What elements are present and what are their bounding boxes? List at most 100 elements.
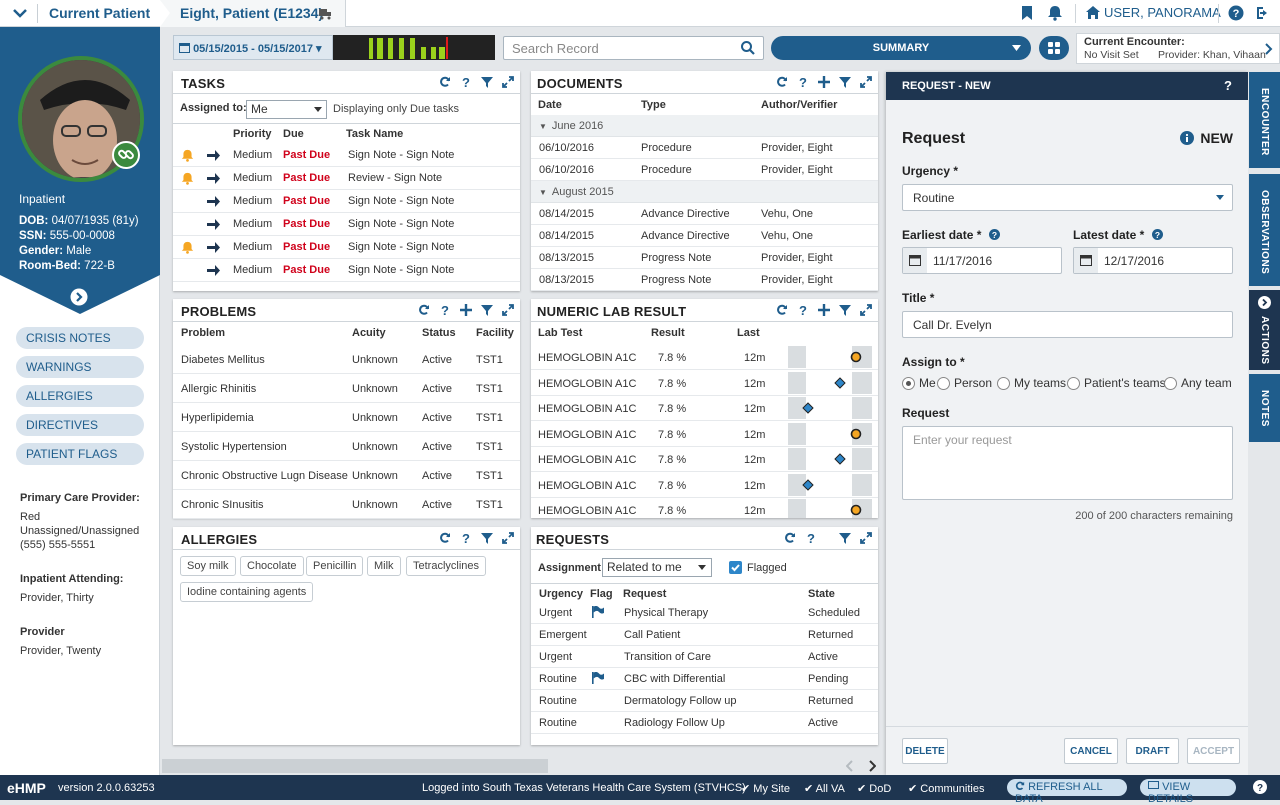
expand-icon[interactable] xyxy=(502,532,514,544)
user-menu[interactable]: USER, PANORAMA xyxy=(1086,5,1221,20)
delete-button[interactable]: DELETE xyxy=(902,738,948,764)
workspace-scrollbar[interactable] xyxy=(160,757,886,775)
tab-notes[interactable]: NOTES xyxy=(1249,374,1280,442)
assignment-select[interactable]: Related to me xyxy=(602,558,712,577)
allergy-chip[interactable]: Tetraclyclines xyxy=(406,556,487,576)
nav-allergies[interactable]: ALLERGIES xyxy=(16,385,144,407)
expand-icon[interactable] xyxy=(860,304,872,316)
help-icon[interactable]: ? xyxy=(797,303,809,318)
document-group[interactable]: ▼ June 2016 xyxy=(531,115,878,137)
scroll-left-icon[interactable] xyxy=(846,760,854,772)
nav-crisis-notes[interactable]: CRISIS NOTES xyxy=(16,327,144,349)
table-row[interactable]: HEMOGLOBIN A1C 7.8 % 12m xyxy=(531,396,878,421)
filter-icon[interactable] xyxy=(481,304,493,316)
allergy-chip[interactable]: Milk xyxy=(367,556,401,576)
expand-icon[interactable] xyxy=(860,532,872,544)
expand-patient-icon[interactable] xyxy=(70,288,88,306)
summary-workspace-select[interactable]: SUMMARY xyxy=(771,36,1031,60)
refresh-icon[interactable] xyxy=(418,304,430,316)
help-icon[interactable]: ? xyxy=(797,75,809,90)
add-icon[interactable] xyxy=(460,304,472,316)
assigned-to-select[interactable]: Me xyxy=(246,100,327,119)
document-group[interactable]: ▼ August 2015 xyxy=(531,181,878,203)
arrow-right-icon[interactable] xyxy=(207,265,220,276)
current-patient-button[interactable]: Current Patient xyxy=(0,0,160,27)
tab-actions[interactable]: ACTIONS xyxy=(1249,290,1280,370)
assign-radio-patients-teams[interactable]: Patient's teams xyxy=(1067,376,1166,390)
arrow-right-icon[interactable] xyxy=(207,173,220,184)
table-row[interactable]: 08/13/2015 Progress Note Provider, Eight xyxy=(531,247,878,269)
filter-icon[interactable] xyxy=(839,76,851,88)
table-row[interactable]: HEMOGLOBIN A1C 7.8 % 12m xyxy=(531,498,878,518)
table-row[interactable]: Routine Radiology Follow Up Active xyxy=(531,712,878,734)
refresh-all-data-button[interactable]: REFRESH ALL DATA xyxy=(1007,779,1127,805)
table-row[interactable]: Allergic Rhinitis Unknown Active TST1 xyxy=(173,374,520,403)
table-row[interactable]: Medium Past Due Review - Sign Note xyxy=(173,167,520,190)
patient-tab[interactable]: Eight, Patient (E1234) xyxy=(160,0,346,27)
assign-radio-me[interactable]: Me xyxy=(902,376,936,390)
search-input[interactable]: Search Record xyxy=(503,36,764,60)
expand-icon[interactable] xyxy=(502,304,514,316)
table-row[interactable]: Routine CBC with Differential Pending xyxy=(531,668,878,690)
table-row[interactable]: HEMOGLOBIN A1C 7.8 % 12m xyxy=(531,447,878,472)
nav-patient-flags[interactable]: PATIENT FLAGS xyxy=(16,443,144,465)
table-row[interactable]: HEMOGLOBIN A1C 7.8 % 12m xyxy=(531,473,878,498)
earliest-date-input[interactable]: 11/17/2016 xyxy=(902,247,1062,274)
refresh-icon[interactable] xyxy=(776,304,788,316)
help-icon[interactable]: ? xyxy=(460,75,472,90)
tab-encounter[interactable]: ENCOUNTER xyxy=(1249,72,1280,168)
table-row[interactable]: HEMOGLOBIN A1C 7.8 % 12m xyxy=(531,371,878,396)
help-icon[interactable]: ? xyxy=(439,303,451,318)
table-row[interactable]: Urgent Transition of Care Active xyxy=(531,646,878,668)
table-row[interactable]: Medium Past Due Sign Note - Sign Note xyxy=(173,190,520,213)
urgency-select[interactable]: Routine xyxy=(902,184,1233,211)
help-icon[interactable]: ? xyxy=(1151,229,1163,240)
arrow-right-icon[interactable] xyxy=(207,242,220,253)
refresh-icon[interactable] xyxy=(776,76,788,88)
table-row[interactable]: HEMOGLOBIN A1C 7.8 % 12m xyxy=(531,422,878,447)
table-row[interactable]: HEMOGLOBIN A1C 7.8 % 12m xyxy=(531,345,878,370)
date-range-button[interactable]: 05/15/2015 - 05/15/2017 ▾ xyxy=(173,35,333,60)
title-input[interactable]: Call Dr. Evelyn xyxy=(902,311,1233,338)
scroll-right-icon[interactable] xyxy=(868,760,876,772)
filter-icon[interactable] xyxy=(839,532,851,544)
nav-directives[interactable]: DIRECTIVES xyxy=(16,414,144,436)
allergy-chip[interactable]: Iodine containing agents xyxy=(180,582,314,602)
flagged-checkbox[interactable] xyxy=(729,561,742,574)
request-textarea[interactable]: Enter your request xyxy=(902,426,1233,500)
table-row[interactable]: Systolic Hypertension Unknown Active TST1 xyxy=(173,432,520,461)
cancel-button[interactable]: CANCEL xyxy=(1064,738,1118,764)
filter-icon[interactable] xyxy=(839,304,851,316)
draft-button[interactable]: DRAFT xyxy=(1126,738,1179,764)
add-icon[interactable] xyxy=(818,304,830,316)
table-row[interactable]: Emergent Call Patient Returned xyxy=(531,624,878,646)
arrow-right-icon[interactable] xyxy=(207,196,220,207)
scrollbar-thumb[interactable] xyxy=(162,759,548,773)
table-row[interactable]: 08/14/2015 Advance Directive Vehu, One xyxy=(531,225,878,247)
refresh-icon[interactable] xyxy=(439,76,451,88)
expand-icon[interactable] xyxy=(502,76,514,88)
arrow-right-icon[interactable] xyxy=(207,150,220,161)
table-row[interactable]: Hyperlipidemia Unknown Active TST1 xyxy=(173,403,520,432)
refresh-icon[interactable] xyxy=(439,532,451,544)
nav-warnings[interactable]: WARNINGS xyxy=(16,356,144,378)
table-row[interactable]: Diabetes Mellitus Unknown Active TST1 xyxy=(173,345,520,374)
search-icon[interactable] xyxy=(741,41,755,55)
table-row[interactable]: 08/14/2015 Advance Directive Vehu, One xyxy=(531,203,878,225)
table-row[interactable]: Chronic SInusitis Unknown Active TST1 xyxy=(173,490,520,519)
assign-radio-any-team[interactable]: Any team xyxy=(1164,376,1232,390)
table-row[interactable]: Routine Dermatology Follow up Returned xyxy=(531,690,878,712)
timeline-chart[interactable] xyxy=(333,35,495,60)
help-icon[interactable]: ? xyxy=(460,531,472,546)
help-icon[interactable]: ? xyxy=(988,229,1000,240)
help-icon[interactable]: ? xyxy=(805,531,817,546)
refresh-icon[interactable] xyxy=(784,532,796,544)
help-icon[interactable]: ? xyxy=(1228,5,1244,21)
table-row[interactable]: 06/10/2016 Procedure Provider, Eight xyxy=(531,159,878,181)
table-row[interactable]: Medium Past Due Sign Note - Sign Note xyxy=(173,213,520,236)
view-details-button[interactable]: VIEW DETAILS xyxy=(1140,779,1236,805)
help-icon[interactable]: ? xyxy=(1224,78,1232,93)
table-row[interactable]: Medium Past Due Sign Note - Sign Note xyxy=(173,144,520,167)
accept-button[interactable]: ACCEPT xyxy=(1187,738,1240,764)
calendar-icon[interactable] xyxy=(903,248,927,273)
